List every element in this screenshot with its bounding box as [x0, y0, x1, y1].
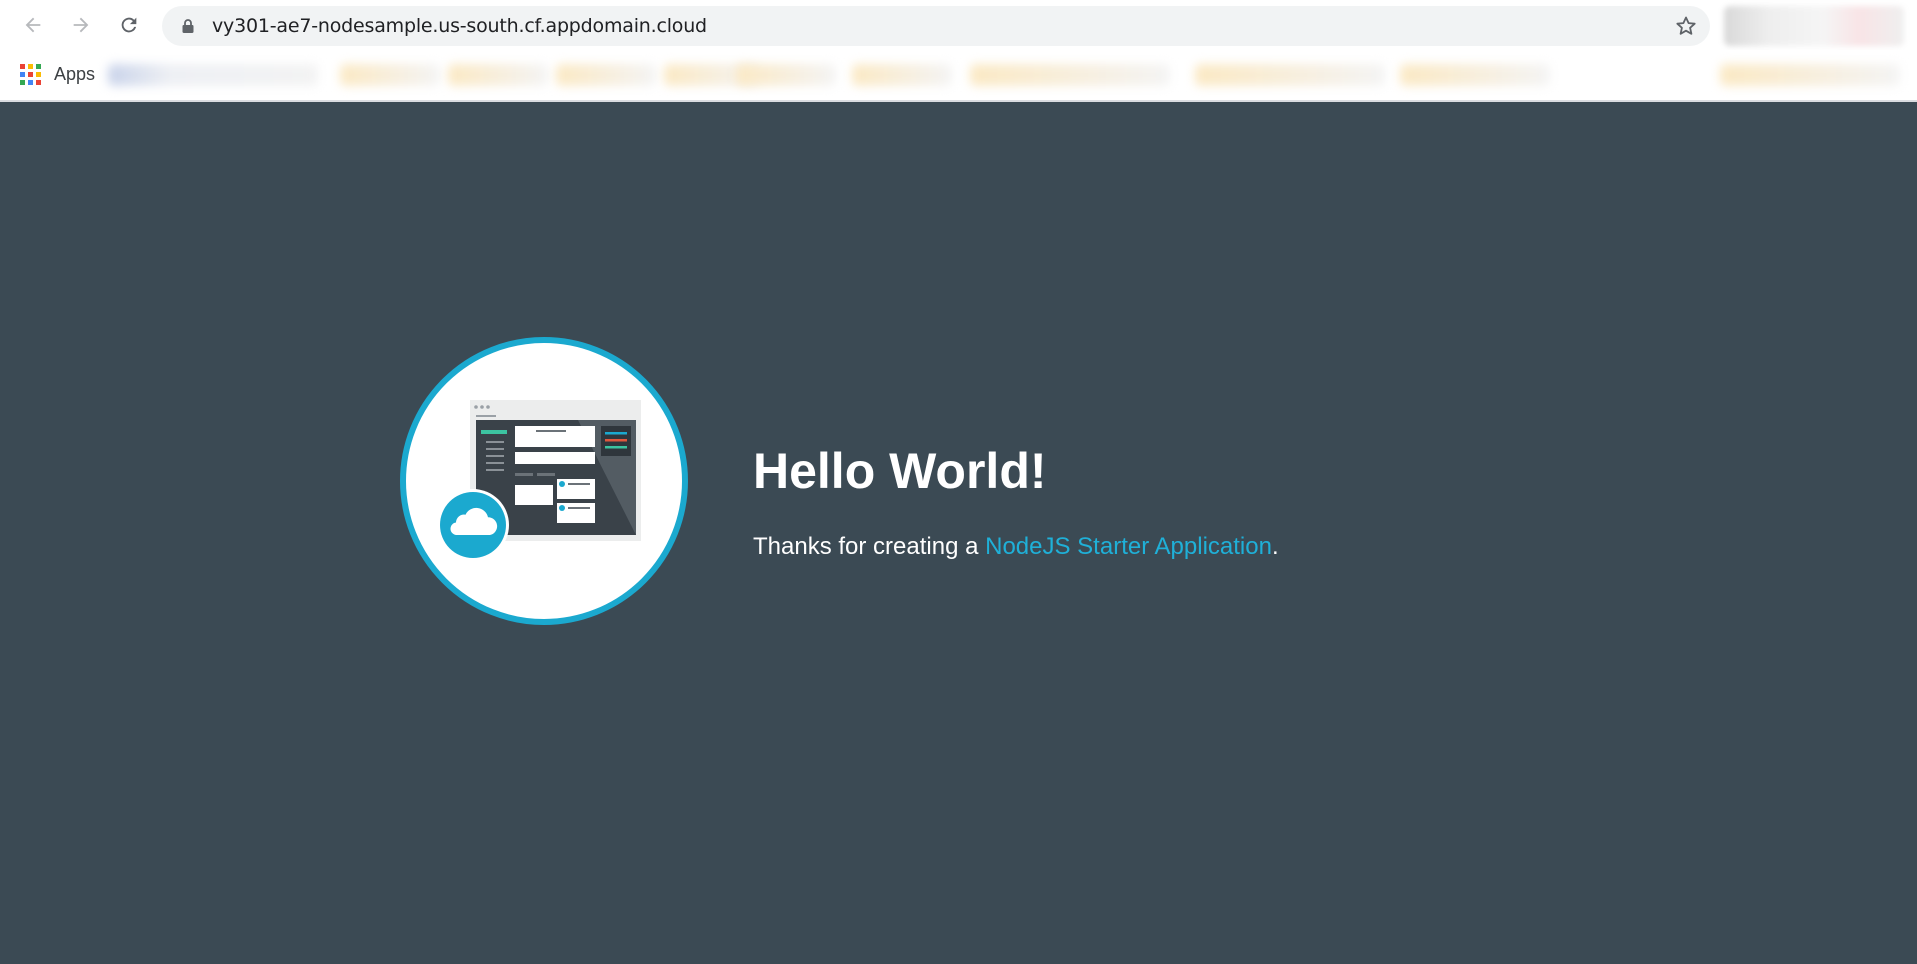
reload-icon	[121, 17, 137, 33]
bookmark-item[interactable]	[108, 64, 318, 86]
bookmark-item[interactable]	[736, 64, 836, 86]
profile-area[interactable]	[1724, 6, 1904, 46]
bookmark-item[interactable]	[340, 64, 440, 86]
page-heading: Hello World!	[753, 443, 1047, 499]
message-prefix: Thanks for creating a	[753, 533, 986, 560]
back-button[interactable]	[18, 10, 48, 40]
welcome-message: Thanks for creating a NodeJS Starter App…	[753, 533, 1279, 561]
bookmarks-bar: Apps	[0, 50, 1917, 100]
page-body: Hello World! Thanks for creating a NodeJ…	[0, 102, 1917, 964]
lock-icon	[182, 19, 194, 33]
arrow-left-icon	[25, 17, 41, 33]
apps-shortcut[interactable]: Apps	[20, 59, 95, 89]
bookmark-item[interactable]	[1720, 64, 1900, 86]
star-icon[interactable]	[1674, 14, 1698, 38]
browser-toolbar: vy301-ae7-nodesample.us-south.cf.appdoma…	[0, 0, 1917, 50]
bookmark-item[interactable]	[1400, 64, 1550, 86]
arrow-right-icon	[73, 17, 89, 33]
address-bar[interactable]: vy301-ae7-nodesample.us-south.cf.appdoma…	[162, 6, 1710, 46]
url-text[interactable]: vy301-ae7-nodesample.us-south.cf.appdoma…	[212, 6, 707, 46]
cloud-app-illustration	[400, 337, 688, 625]
apps-label: Apps	[54, 63, 96, 84]
forward-button[interactable]	[66, 10, 96, 40]
bookmark-item[interactable]	[556, 64, 656, 86]
bookmark-item[interactable]	[1195, 64, 1385, 86]
message-suffix: .	[1271, 533, 1279, 560]
reload-button[interactable]	[114, 10, 144, 40]
nodejs-starter-link[interactable]: NodeJS Starter Application	[985, 533, 1272, 560]
apps-grid-icon	[20, 63, 41, 85]
bookmark-item[interactable]	[970, 64, 1170, 86]
bookmark-item[interactable]	[448, 64, 548, 86]
hero-illustration	[398, 335, 690, 627]
bookmark-item[interactable]	[852, 64, 952, 86]
